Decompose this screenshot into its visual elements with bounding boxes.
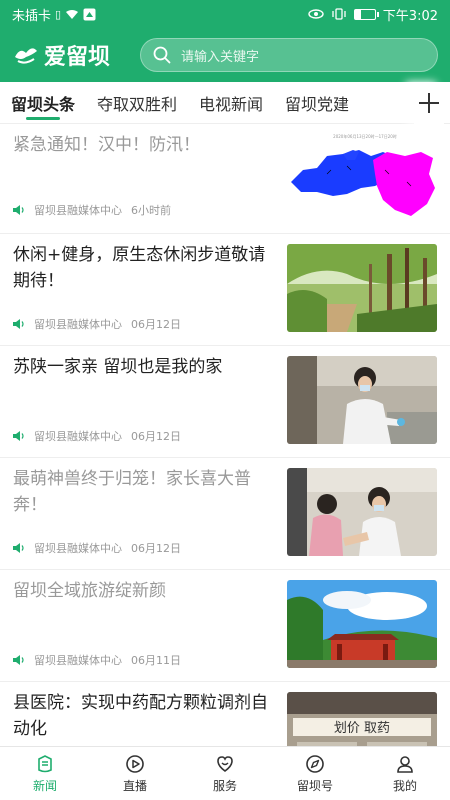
- news-thumbnail-lab-worker: [287, 356, 437, 444]
- news-item[interactable]: 县医院：实现中药配方颗粒调剂自动化 划价 取药: [0, 682, 450, 746]
- news-icon: [38, 754, 52, 772]
- nav-liuba-account[interactable]: 留坝号: [270, 747, 360, 800]
- nav-service[interactable]: 服务: [180, 747, 270, 800]
- service-icon: [217, 755, 233, 772]
- nav-label: 新闻: [32, 778, 57, 793]
- app-header: 爱留坝 请输入关键字: [0, 28, 450, 82]
- vibrate-icon: [332, 8, 346, 20]
- news-meta: 留坝县融媒体中心 06月11日: [13, 652, 181, 668]
- search-placeholder: 请输入关键字: [181, 49, 260, 65]
- tab-party-building[interactable]: 留坝党建: [274, 82, 360, 124]
- news-meta: 留坝县融媒体中心 06月12日: [13, 316, 181, 332]
- play-icon: [126, 754, 144, 773]
- news-source: 留坝县融媒体中心: [34, 654, 122, 667]
- news-time: 6小时前: [131, 204, 171, 217]
- clock: 下午3:02: [382, 8, 438, 24]
- user-icon: [397, 755, 413, 773]
- news-thumbnail-forest-trail: [287, 244, 437, 332]
- carrier-label: 未插卡: [12, 8, 52, 24]
- news-meta: 留坝县融媒体中心 06月12日: [13, 540, 181, 556]
- app-notification-icon: [83, 8, 96, 20]
- tab-double-victory[interactable]: 夺取双胜利: [86, 82, 188, 124]
- news-thumbnail-clinic: [287, 468, 437, 556]
- nav-label: 直播: [122, 778, 147, 793]
- speaker-icon: [13, 431, 24, 441]
- news-time: 06月12日: [131, 430, 181, 443]
- news-title: 紧急通知！汉中！防汛！: [13, 135, 200, 155]
- app-name: 爱留坝: [44, 44, 111, 70]
- news-thumbnail-pharmacy: 划价 取药: [287, 692, 437, 746]
- battery-icon: [353, 8, 379, 20]
- status-bar: 未插卡 ▯ 下午3:02: [0, 0, 450, 28]
- news-source: 留坝县融媒体中心: [34, 430, 122, 443]
- news-source: 留坝县融媒体中心: [34, 204, 122, 217]
- nav-label: 服务: [212, 778, 237, 793]
- news-meta: 留坝县融媒体中心 06月12日: [13, 428, 181, 444]
- tab-tv-news[interactable]: 电视新闻: [188, 82, 274, 124]
- bottom-nav: 新闻 直播 服务 留坝号 我的: [0, 746, 450, 800]
- news-source: 留坝县融媒体中心: [34, 318, 122, 331]
- search-input[interactable]: 请输入关键字: [140, 38, 438, 72]
- speaker-icon: [13, 319, 24, 329]
- wifi-icon: [66, 9, 79, 19]
- tab-headlines[interactable]: 留坝头条: [0, 82, 86, 124]
- news-title: 最萌神兽终于归笼！家长喜大普奔！: [13, 469, 251, 515]
- news-source: 留坝县融媒体中心: [34, 542, 122, 555]
- news-time: 06月12日: [131, 542, 181, 555]
- sim-icon: ▯: [55, 7, 62, 21]
- nav-label: 我的: [392, 778, 417, 793]
- compass-icon: [306, 754, 324, 773]
- news-thumbnail-rain-map: 2020年06月13日20时—17日20时: [287, 130, 437, 218]
- nav-label: 留坝号: [296, 778, 333, 793]
- speaker-icon: [13, 205, 24, 215]
- news-item[interactable]: 留坝全域旅游绽新颜 留坝县融媒体中心 06月11日: [0, 570, 450, 682]
- pharmacy-sign: 划价 取药: [334, 721, 390, 736]
- speaker-icon: [13, 543, 24, 553]
- news-title: 苏陕一家亲 留坝也是我的家: [13, 357, 223, 377]
- news-title: 留坝全域旅游绽新颜: [13, 581, 166, 601]
- app-logo: 爱留坝: [12, 39, 134, 71]
- search-icon: [153, 46, 171, 64]
- logo-leaf-icon: [15, 48, 37, 64]
- news-title: 县医院：实现中药配方颗粒调剂自动化: [13, 693, 268, 739]
- news-item[interactable]: 最萌神兽终于归笼！家长喜大普奔！ 留坝县融媒体中心 06月12日: [0, 458, 450, 570]
- nav-news[interactable]: 新闻: [0, 747, 90, 800]
- nav-profile[interactable]: 我的: [360, 747, 450, 800]
- news-time: 06月11日: [131, 654, 181, 667]
- news-item[interactable]: 休闲+健身，原生态休闲步道敬请期待！ 留坝县融媒体中心 06月12日: [0, 234, 450, 346]
- eye-icon: [308, 9, 324, 19]
- news-title: 休闲+健身，原生态休闲步道敬请期待！: [13, 245, 266, 291]
- news-feed: 紧急通知！汉中！防汛！ 留坝县融媒体中心 6小时前 2020年06月13日20时…: [0, 124, 450, 746]
- add-tab-button[interactable]: [414, 82, 444, 124]
- news-time: 06月12日: [131, 318, 181, 331]
- news-thumbnail-temple: [287, 580, 437, 668]
- speaker-icon: [13, 655, 24, 665]
- news-meta: 留坝县融媒体中心 6小时前: [13, 202, 171, 218]
- map-caption: 2020年06月13日20时—17日20时: [333, 133, 397, 139]
- news-item[interactable]: 紧急通知！汉中！防汛！ 留坝县融媒体中心 6小时前 2020年06月13日20时…: [0, 124, 450, 234]
- plus-icon: [419, 93, 439, 113]
- news-item[interactable]: 苏陕一家亲 留坝也是我的家 留坝县融媒体中心 06月12日: [0, 346, 450, 458]
- nav-live[interactable]: 直播: [90, 747, 180, 800]
- category-tabs: 留坝头条 夺取双胜利 电视新闻 留坝党建: [0, 82, 450, 124]
